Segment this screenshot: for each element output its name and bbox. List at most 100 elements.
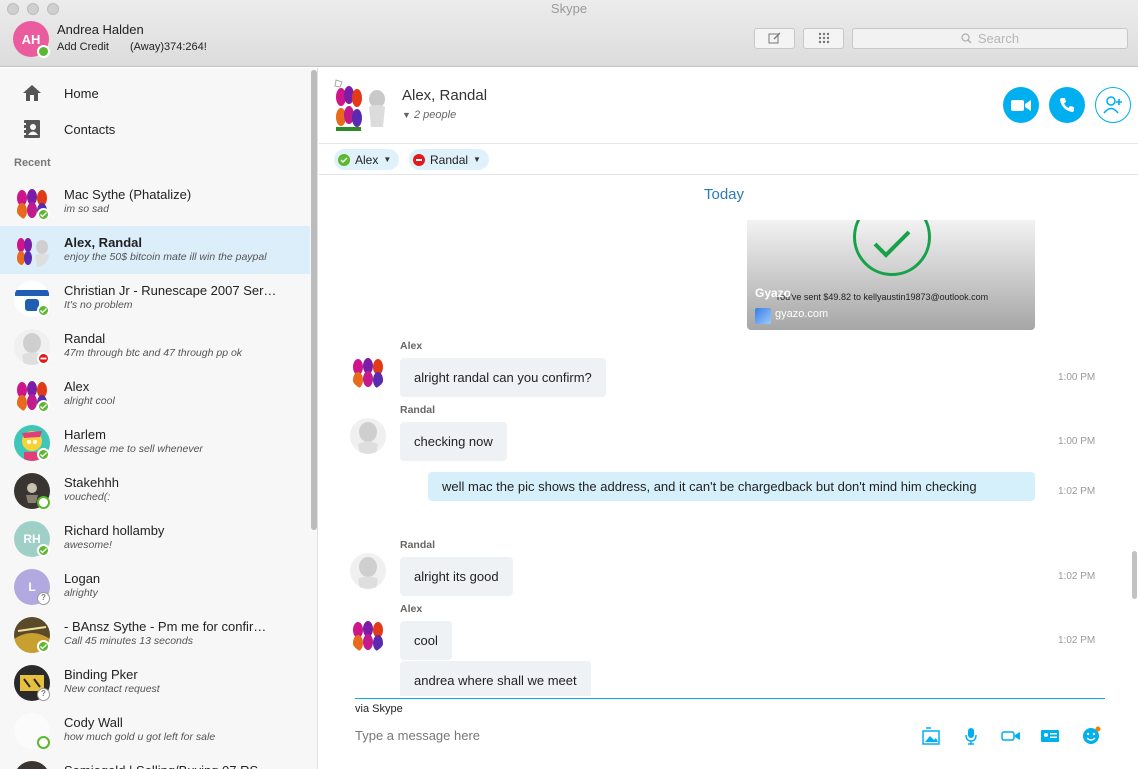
compose-icon	[768, 32, 781, 44]
silhouette-avatar-icon[interactable]	[350, 418, 386, 454]
dial-pad-button[interactable]	[803, 28, 844, 49]
message-timestamp: 1:02 PM	[1058, 486, 1096, 497]
add-credit-link[interactable]: Add Credit	[57, 41, 109, 53]
contact-name: Binding Pker	[64, 667, 138, 682]
message-timestamp: 1:00 PM	[1058, 436, 1096, 447]
search-input[interactable]: Search	[852, 28, 1128, 49]
conversation-scrollbar[interactable]	[1132, 551, 1137, 599]
message-bubble[interactable]: alright its good	[400, 557, 513, 596]
silhouette-avatar-icon[interactable]	[350, 553, 386, 589]
participant-chip-alex[interactable]: Alex ▼	[334, 149, 400, 170]
participant-name: Randal	[430, 152, 469, 167]
contact-row[interactable]: - BAnsz Sythe - Pm me for confir… Call 45…	[0, 610, 310, 658]
message-sender: Randal	[400, 404, 436, 416]
contact-row[interactable]: Stakehhh vouched(:	[0, 466, 310, 514]
home-icon	[21, 82, 43, 104]
conversation-title[interactable]: Alex, Randal	[402, 87, 487, 104]
video-message-button[interactable]	[1000, 725, 1022, 747]
online-status-icon	[37, 400, 50, 413]
message-history[interactable]: Today You've sent $49.82 to kellyaustin1…	[319, 176, 1138, 696]
link-preview-description: You've sent $49.82 to kellyaustin19873@o…	[775, 292, 989, 302]
tulip-avatar-icon[interactable]	[350, 617, 386, 653]
contact-last-message: awesome!	[64, 539, 112, 551]
busy-status-icon	[413, 153, 425, 166]
contact-row[interactable]: Alex alright cool	[0, 370, 310, 418]
participants-toggle[interactable]: ▼ 2 people	[402, 109, 456, 121]
message-bubble[interactable]: alright randal can you confirm?	[400, 358, 606, 397]
offline-status-icon	[37, 496, 50, 509]
link-preview[interactable]: You've sent $49.82 to kellyaustin19873@o…	[747, 220, 1035, 330]
contact-row[interactable]: Randal 47m through btc and 47 through pp …	[0, 322, 310, 370]
profile-status-online-icon	[37, 45, 50, 58]
voice-message-button[interactable]	[960, 725, 982, 747]
nav-home-label: Home	[64, 85, 99, 101]
contact-row[interactable]: Semiegold | Selling/Buying 07 RS…	[0, 754, 310, 769]
add-person-icon	[1103, 96, 1122, 114]
contact-avatar	[14, 761, 50, 769]
recent-header: Recent	[14, 157, 51, 169]
contact-row[interactable]: Christian Jr - Runescape 2007 Ser… It's n…	[0, 274, 310, 322]
message-bubble[interactable]: checking now	[400, 422, 507, 461]
contact-last-message: alright cool	[64, 395, 115, 407]
contact-name: Randal	[64, 331, 106, 346]
outgoing-message-bubble[interactable]: well mac the pic shows the address, and …	[428, 472, 1035, 501]
add-people-button[interactable]	[1095, 87, 1131, 123]
contact-row[interactable]: Cody Wall how much gold u got left for sa…	[0, 706, 310, 754]
conversation-header: Alex, Randal ▼ 2 people	[319, 68, 1138, 144]
window-title: Skype	[550, 1, 588, 16]
caret-down-icon: ▼	[383, 155, 392, 164]
checkmark-icon	[853, 220, 931, 276]
tulip-avatar-icon[interactable]	[350, 354, 386, 390]
message-input[interactable]	[355, 725, 875, 745]
online-status-icon	[37, 304, 50, 317]
profile-name[interactable]: Andrea Halden	[57, 22, 144, 37]
message-bubble[interactable]: cool	[400, 621, 452, 660]
contact-name: Christian Jr - Runescape 2007 Ser…	[64, 283, 277, 298]
nav-contacts[interactable]: Contacts	[0, 113, 310, 145]
participants-count: 2 people	[413, 109, 457, 121]
profile-avatar[interactable]: AH	[13, 21, 50, 58]
contact-row[interactable]: ? Binding Pker New contact request	[0, 658, 310, 706]
group-avatar[interactable]	[333, 77, 389, 133]
search-icon	[961, 33, 972, 44]
smiley-icon	[1083, 726, 1101, 744]
contact-row[interactable]: Harlem Message me to sell whenever	[0, 418, 310, 466]
send-file-button[interactable]	[920, 725, 942, 747]
contact-name: Richard hollamby	[64, 523, 165, 538]
message-timestamp: 1:02 PM	[1058, 635, 1096, 646]
audio-call-button[interactable]	[1049, 87, 1085, 123]
emoticons-button[interactable]	[1080, 725, 1102, 747]
contact-row[interactable]: L? Logan alrighty	[0, 562, 310, 610]
contact-row[interactable]: RH Richard hollamby awesome!	[0, 514, 310, 562]
send-contact-button[interactable]	[1039, 725, 1061, 747]
contact-last-message: enjoy the 50$ bitcoin mate ill win the p…	[64, 251, 267, 263]
contact-last-message: how much gold u got left for sale	[64, 731, 216, 743]
contact-row[interactable]: Mac Sythe (Phatalize) im so sad	[0, 178, 310, 226]
contact-name: Cody Wall	[64, 715, 123, 730]
new-conversation-button[interactable]	[754, 28, 795, 49]
via-skype-label: via Skype	[355, 703, 403, 715]
message-bubble[interactable]: andrea where shall we meet	[400, 661, 591, 696]
caret-down-icon: ▼	[473, 155, 481, 164]
dial-pad-icon	[818, 32, 829, 44]
message-sender: Alex	[400, 340, 423, 352]
contact-row[interactable]: Alex, Randal enjoy the 50$ bitcoin mate i…	[0, 226, 310, 274]
triangle-down-icon: ▼	[402, 110, 411, 120]
sidebar-scrollbar[interactable]	[311, 70, 317, 530]
participant-name: Alex	[355, 152, 379, 167]
contacts-icon	[21, 118, 43, 140]
conversation-pane: Alex, Randal ▼ 2 people Alex ▼ Randal ▼ …	[319, 68, 1138, 769]
contact-last-message: im so sad	[64, 203, 109, 215]
nav-contacts-label: Contacts	[64, 121, 116, 137]
profile-initials: AH	[21, 31, 41, 47]
video-call-button[interactable]	[1003, 87, 1039, 123]
participant-chip-randal[interactable]: Randal ▼	[409, 149, 489, 170]
message-sender: Alex	[400, 603, 423, 615]
unknown-status-icon: ?	[37, 688, 50, 701]
gyazo-favicon-icon	[755, 308, 771, 324]
contact-last-message: alrighty	[64, 587, 98, 599]
nav-home[interactable]: Home	[0, 77, 310, 109]
profile-mood[interactable]: (Away)374:264!	[130, 41, 207, 53]
online-status-icon	[37, 448, 50, 461]
contact-name: Stakehhh	[64, 475, 119, 490]
